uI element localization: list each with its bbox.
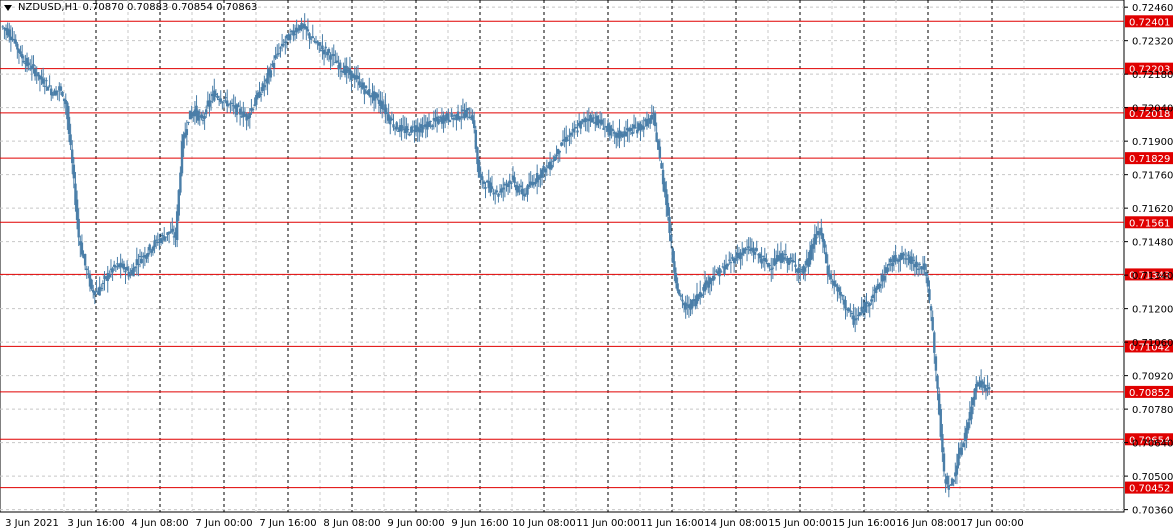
x-tick-label: 3 Jun 2021 <box>5 518 59 529</box>
x-tick-label: 7 Jun 16:00 <box>259 518 316 529</box>
level-price-label: 0.71561 <box>1129 218 1170 229</box>
y-tick-label: 0.71340 <box>1132 271 1173 282</box>
y-tick-label: 0.70500 <box>1132 472 1173 483</box>
y-tick-label: 0.71060 <box>1132 338 1173 349</box>
x-tick-label: 17 Jun 00:00 <box>960 518 1024 529</box>
y-tick-label: 0.72040 <box>1132 104 1173 115</box>
y-tick-label: 0.70360 <box>1132 506 1173 517</box>
x-tick-label: 16 Jun 08:00 <box>896 518 960 529</box>
collapse-triangle-icon[interactable] <box>4 4 12 11</box>
chart-window[interactable]: 0.72401 0.72203 0.72018 0.71829 0.71561 0.713… <box>0 0 1174 532</box>
x-tick-label: 14 Jun 08:00 <box>704 518 768 529</box>
x-tick-label: 7 Jun 00:00 <box>195 518 252 529</box>
symbol-timeframe: NZDUSD,H1 <box>18 2 79 13</box>
y-tick-label: 0.71760 <box>1132 171 1173 182</box>
y-tick-label: 0.72180 <box>1132 70 1173 81</box>
y-tick-label: 0.71200 <box>1132 305 1173 316</box>
ohlc-values: 0.70870 0.70883 0.70854 0.70863 <box>82 2 258 13</box>
y-tick-label: 0.71480 <box>1132 238 1173 249</box>
x-tick-label: 11 Jun 16:00 <box>640 518 704 529</box>
level-price-label: 0.70452 <box>1129 484 1170 495</box>
y-tick-label: 0.70780 <box>1132 405 1173 416</box>
x-tick-label: 9 Jun 00:00 <box>387 518 444 529</box>
x-tick-label: 11 Jun 00:00 <box>576 518 640 529</box>
level-price-label: 0.72401 <box>1129 17 1170 28</box>
candlestick-chart[interactable]: 0.724010.722030.720180.718290.715610.713… <box>0 0 1174 532</box>
x-tick-label: 8 Jun 08:00 <box>323 518 380 529</box>
x-tick-label: 15 Jun 16:00 <box>832 518 896 529</box>
candle <box>671 246 674 264</box>
x-tick-label: 15 Jun 00:00 <box>768 518 832 529</box>
price-axis[interactable]: 0.72460 0.72320 0.72180 0.72040 0.71900 0.717… <box>1124 3 1173 517</box>
chart-header: NZDUSD,H1 0.70870 0.70883 0.70854 0.7086… <box>4 2 257 13</box>
plot-area <box>0 0 1125 513</box>
x-tick-label: 10 Jun 08:00 <box>512 518 576 529</box>
y-tick-label: 0.70920 <box>1132 372 1173 383</box>
y-tick-label: 0.72320 <box>1132 37 1173 48</box>
y-tick-label: 0.71620 <box>1132 204 1173 215</box>
x-tick-label: 4 Jun 08:00 <box>131 518 188 529</box>
x-tick-label: 9 Jun 16:00 <box>451 518 508 529</box>
time-axis[interactable]: 3 Jun 2021 3 Jun 16:00 4 Jun 08:00 7 Jun 00… <box>5 518 1024 529</box>
y-tick-label: 0.70640 <box>1132 439 1173 450</box>
level-price-label: 0.70852 <box>1129 388 1170 399</box>
y-tick-label: 0.71900 <box>1132 137 1173 148</box>
y-tick-label: 0.72460 <box>1132 3 1173 14</box>
level-price-label: 0.71829 <box>1129 154 1170 165</box>
x-tick-label: 3 Jun 16:00 <box>67 518 124 529</box>
